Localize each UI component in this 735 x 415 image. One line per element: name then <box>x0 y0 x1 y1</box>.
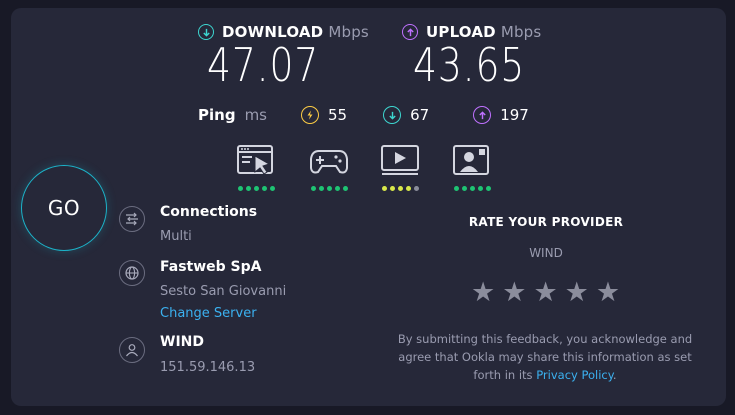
rating-dot <box>477 186 483 191</box>
rating-dot <box>381 186 387 191</box>
provider-ip: 151.59.146.13 <box>160 360 256 375</box>
disclaimer-line-3-suffix: . <box>612 368 617 382</box>
ping-unit: ms <box>244 106 267 124</box>
web-browsing-icon <box>237 145 273 175</box>
globe-icon <box>119 260 145 286</box>
rating-dot <box>453 186 459 191</box>
rating-dot <box>269 186 275 191</box>
ping-download-value: 67 <box>410 106 430 124</box>
rating-dot <box>405 186 411 191</box>
lightning-icon <box>301 106 319 124</box>
rate-title: RATE YOUR PROVIDER <box>468 215 624 229</box>
rate-provider-name: WIND <box>529 246 563 260</box>
star-icon[interactable]: ★ <box>565 279 589 306</box>
server-title: Fastweb SpA <box>160 259 262 275</box>
rating-dot <box>342 186 348 191</box>
feedback-disclaimer: By submitting this feedback, you acknowl… <box>380 330 710 384</box>
rating-dots <box>380 186 420 191</box>
ping-idle-value: 55 <box>328 106 348 124</box>
disclaimer-line-1: By submitting this feedback, you acknowl… <box>397 332 693 346</box>
rating-dot <box>469 186 475 191</box>
rating-dot <box>461 186 467 191</box>
star-icon[interactable]: ★ <box>533 279 557 306</box>
connections-title: Connections <box>160 204 258 220</box>
connections-icon <box>119 206 145 232</box>
arrow-up-icon <box>473 106 492 124</box>
rating-dot <box>237 186 243 191</box>
disclaimer-line-2: agree that Ookla may share this informat… <box>398 350 692 364</box>
rating-dot <box>397 186 403 191</box>
rating-dot <box>318 186 324 191</box>
rating-dot <box>310 186 316 191</box>
ping-row: Ping ms 55 67 197 <box>198 106 529 124</box>
rating-dots <box>309 186 349 191</box>
rating-dot <box>261 186 267 191</box>
star-icon[interactable]: ★ <box>502 279 526 306</box>
rating-dot <box>326 186 332 191</box>
gaming-controller-icon <box>310 150 348 174</box>
arrow-down-icon <box>383 106 402 124</box>
user-icon <box>119 337 145 363</box>
go-button[interactable]: GO <box>21 165 107 251</box>
ping-upload-value: 197 <box>500 106 529 124</box>
rating-dot <box>389 186 395 191</box>
video-streaming-icon <box>381 145 419 175</box>
disclaimer-line-3-prefix: forth in its <box>473 368 537 382</box>
rate-provider-section: RATE YOUR PROVIDER WIND <box>371 215 721 260</box>
rating-dots <box>236 186 276 191</box>
privacy-policy-link[interactable]: Privacy Policy <box>536 368 613 382</box>
video-chat-icon <box>453 145 489 175</box>
download-speed: 47.07 <box>207 38 320 92</box>
rating-dots <box>452 186 492 191</box>
ping-label: Ping <box>198 106 236 124</box>
provider-title: WIND <box>160 334 204 350</box>
rating-dot <box>245 186 251 191</box>
upload-speed: 43.65 <box>413 38 526 92</box>
perf-gaming <box>309 144 349 191</box>
perf-web-browsing <box>236 144 276 191</box>
star-icon[interactable]: ★ <box>596 279 620 306</box>
connections-value: Multi <box>160 229 192 244</box>
perf-video-chat <box>452 144 492 191</box>
rating-dot <box>413 186 419 191</box>
change-server-link[interactable]: Change Server <box>160 306 257 321</box>
download-unit: Mbps <box>328 23 369 41</box>
star-icon[interactable]: ★ <box>471 279 495 306</box>
rating-dot <box>253 186 259 191</box>
rating-stars[interactable]: ★ ★ ★ ★ ★ <box>471 279 620 306</box>
rating-dot <box>334 186 340 191</box>
rating-dot <box>485 186 491 191</box>
server-location: Sesto San Giovanni <box>160 284 287 299</box>
results-panel: DOWNLOAD Mbps 47.07 UPLOAD Mbps 43.65 Pi… <box>11 8 726 406</box>
perf-video-streaming <box>380 144 420 191</box>
